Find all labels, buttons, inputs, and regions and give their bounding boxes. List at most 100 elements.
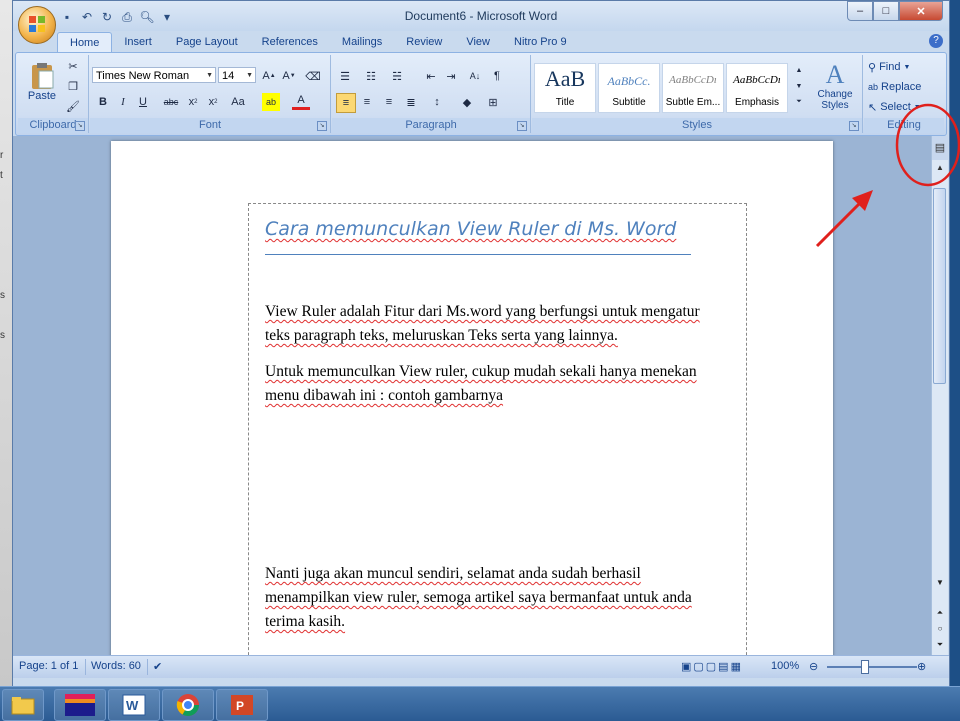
tab-mailings[interactable]: Mailings	[330, 32, 394, 52]
styles-launcher-icon[interactable]: ↘	[849, 121, 859, 131]
chrome-logo-icon	[176, 694, 199, 716]
shrink-font-icon[interactable]: A ▼	[280, 67, 298, 85]
styles-more-icon[interactable]: ⏷	[790, 95, 808, 109]
styles-scroll-up-icon[interactable]: ▲	[790, 63, 808, 77]
style-title[interactable]: AaB Title	[534, 63, 596, 113]
paragraph-3: Nanti juga akan muncul sendiri, selamat …	[265, 562, 745, 634]
document-heading: Cara memunculkan View Ruler di Ms. Word	[265, 218, 676, 240]
font-color-icon[interactable]: A	[292, 93, 310, 110]
select-arrow-icon: ↖	[868, 101, 878, 114]
paragraph-label: Paragraph	[332, 118, 530, 133]
line-spacing-icon[interactable]: ↕	[428, 93, 446, 111]
word-taskbar-icon[interactable]: W	[108, 689, 160, 721]
borders-icon[interactable]: ⊞	[484, 93, 502, 111]
justify-icon[interactable]: ≣	[402, 93, 420, 111]
proofing-icon[interactable]: ✔	[153, 660, 162, 673]
change-styles-button[interactable]: A Change Styles	[810, 57, 860, 115]
zoom-in-icon[interactable]: ⊕	[917, 660, 926, 673]
tab-nitro[interactable]: Nitro Pro 9	[502, 32, 579, 52]
window-title: Document6 - Microsoft Word	[404, 9, 558, 23]
tab-insert[interactable]: Insert	[112, 32, 164, 52]
maximize-button[interactable]: □	[873, 1, 899, 21]
cut-icon[interactable]: ✂	[64, 57, 82, 75]
style-subtle-emphasis[interactable]: AaBbCcDı Subtle Em...	[662, 63, 724, 113]
highlight-icon[interactable]: ab	[262, 93, 280, 111]
bullets-icon[interactable]: ☰	[336, 67, 354, 85]
sort-icon[interactable]: A↓	[466, 67, 484, 85]
browse-object-icon[interactable]: ○	[932, 622, 948, 636]
multilevel-list-icon[interactable]: ☵	[388, 67, 406, 85]
format-painter-icon[interactable]: 🖌︎	[64, 97, 82, 115]
close-button[interactable]: ✕	[899, 1, 943, 21]
chrome-icon[interactable]	[162, 689, 214, 721]
grow-font-icon[interactable]: A ▲	[260, 67, 278, 85]
paragraph-2-line-1: Untuk memunculkan View ruler, cukup muda…	[265, 363, 697, 380]
minimize-button[interactable]: –	[847, 1, 873, 21]
editing-group: ⚲ Find ▼ ab Replace ↖ Select ▼ Editing	[864, 55, 944, 133]
find-button[interactable]: ⚲ Find ▼	[868, 59, 910, 75]
next-page-icon[interactable]: ⏷	[932, 638, 948, 652]
show-marks-icon[interactable]: ¶	[488, 67, 506, 85]
scroll-down-icon[interactable]: ▼	[932, 576, 948, 590]
paragraph-launcher-icon[interactable]: ↘	[517, 121, 527, 131]
paste-button[interactable]: Paste	[24, 57, 60, 107]
align-right-icon[interactable]: ≡	[380, 93, 398, 111]
style-subtitle-preview: AaBbCc.	[607, 74, 651, 88]
change-case-icon[interactable]: Aa	[226, 93, 250, 111]
font-size-combo[interactable]: 14 ▼	[218, 67, 256, 83]
tab-references[interactable]: References	[250, 32, 330, 52]
folder-icon	[11, 697, 35, 715]
decrease-indent-icon[interactable]: ⇤	[422, 67, 440, 85]
italic-icon[interactable]: I	[114, 93, 132, 111]
font-launcher-icon[interactable]: ↘	[317, 121, 327, 131]
tab-review[interactable]: Review	[394, 32, 454, 52]
style-emphasis[interactable]: AaBbCcDı Emphasis	[726, 63, 788, 113]
underline-icon[interactable]: U	[134, 93, 152, 111]
document-page[interactable]: Cara memunculkan View Ruler di Ms. Word …	[111, 141, 833, 655]
styles-label: Styles	[532, 118, 862, 133]
style-subtitle[interactable]: AaBbCc. Subtitle	[598, 63, 660, 113]
zoom-level[interactable]: 100%	[771, 660, 799, 672]
view-buttons[interactable]: ▣▢▢▤▦	[681, 660, 743, 673]
paragraph-1-line-2: teks paragraph teks, meluruskan Teks ser…	[265, 327, 618, 344]
office-button[interactable]	[18, 6, 56, 44]
font-name-combo[interactable]: Times New Roman ▼	[92, 67, 216, 83]
tab-page-layout[interactable]: Page Layout	[164, 32, 250, 52]
bold-icon[interactable]: B	[94, 93, 112, 111]
scroll-thumb[interactable]	[933, 188, 946, 384]
replace-button[interactable]: ab Replace	[868, 79, 921, 95]
subscript-icon[interactable]: x2	[184, 93, 202, 111]
page-count[interactable]: Page: 1 of 1	[19, 660, 78, 672]
zoom-slider[interactable]	[827, 666, 917, 668]
paste-icon	[32, 63, 54, 89]
copy-icon[interactable]: ❐	[64, 77, 82, 95]
increase-indent-icon[interactable]: ⇥	[442, 67, 460, 85]
previous-page-icon[interactable]: ⏶	[932, 606, 948, 620]
powerpoint-icon[interactable]: P	[216, 689, 268, 721]
tab-view[interactable]: View	[454, 32, 502, 52]
help-icon[interactable]: ?	[929, 34, 943, 48]
strikethrough-icon[interactable]: abc	[162, 93, 180, 111]
shading-icon[interactable]: ◆	[458, 93, 476, 111]
align-left-icon[interactable]: ≡	[336, 93, 356, 113]
chevron-down-icon: ▼	[913, 103, 921, 111]
explorer-icon[interactable]	[2, 689, 44, 721]
zoom-out-icon[interactable]: ⊖	[809, 660, 818, 673]
media-app-icon[interactable]	[54, 689, 106, 721]
clipboard-launcher-icon[interactable]: ↘	[75, 121, 85, 131]
zoom-slider-thumb[interactable]	[861, 660, 869, 674]
select-button[interactable]: ↖ Select ▼	[868, 99, 921, 115]
numbering-icon[interactable]: ☷	[362, 67, 380, 85]
vertical-scrollbar[interactable]: ▤ ▲ ▼ ⏶ ○ ⏷	[931, 136, 948, 655]
clear-formatting-icon[interactable]: ⌫	[304, 67, 322, 85]
scroll-up-icon[interactable]: ▲	[932, 160, 948, 176]
text-box[interactable]: Cara memunculkan View Ruler di Ms. Word …	[248, 203, 747, 655]
align-center-icon[interactable]: ≡	[358, 93, 376, 111]
paragraph-2: Untuk memunculkan View ruler, cukup muda…	[265, 360, 745, 408]
view-ruler-button[interactable]: ▤	[932, 136, 948, 160]
word-count[interactable]: Words: 60	[91, 660, 141, 672]
styles-scroll-down-icon[interactable]: ▼	[790, 79, 808, 93]
ribbon-tabs: Home Insert Page Layout References Maili…	[57, 32, 579, 53]
superscript-icon[interactable]: x2	[204, 93, 222, 111]
tab-home[interactable]: Home	[57, 32, 113, 53]
